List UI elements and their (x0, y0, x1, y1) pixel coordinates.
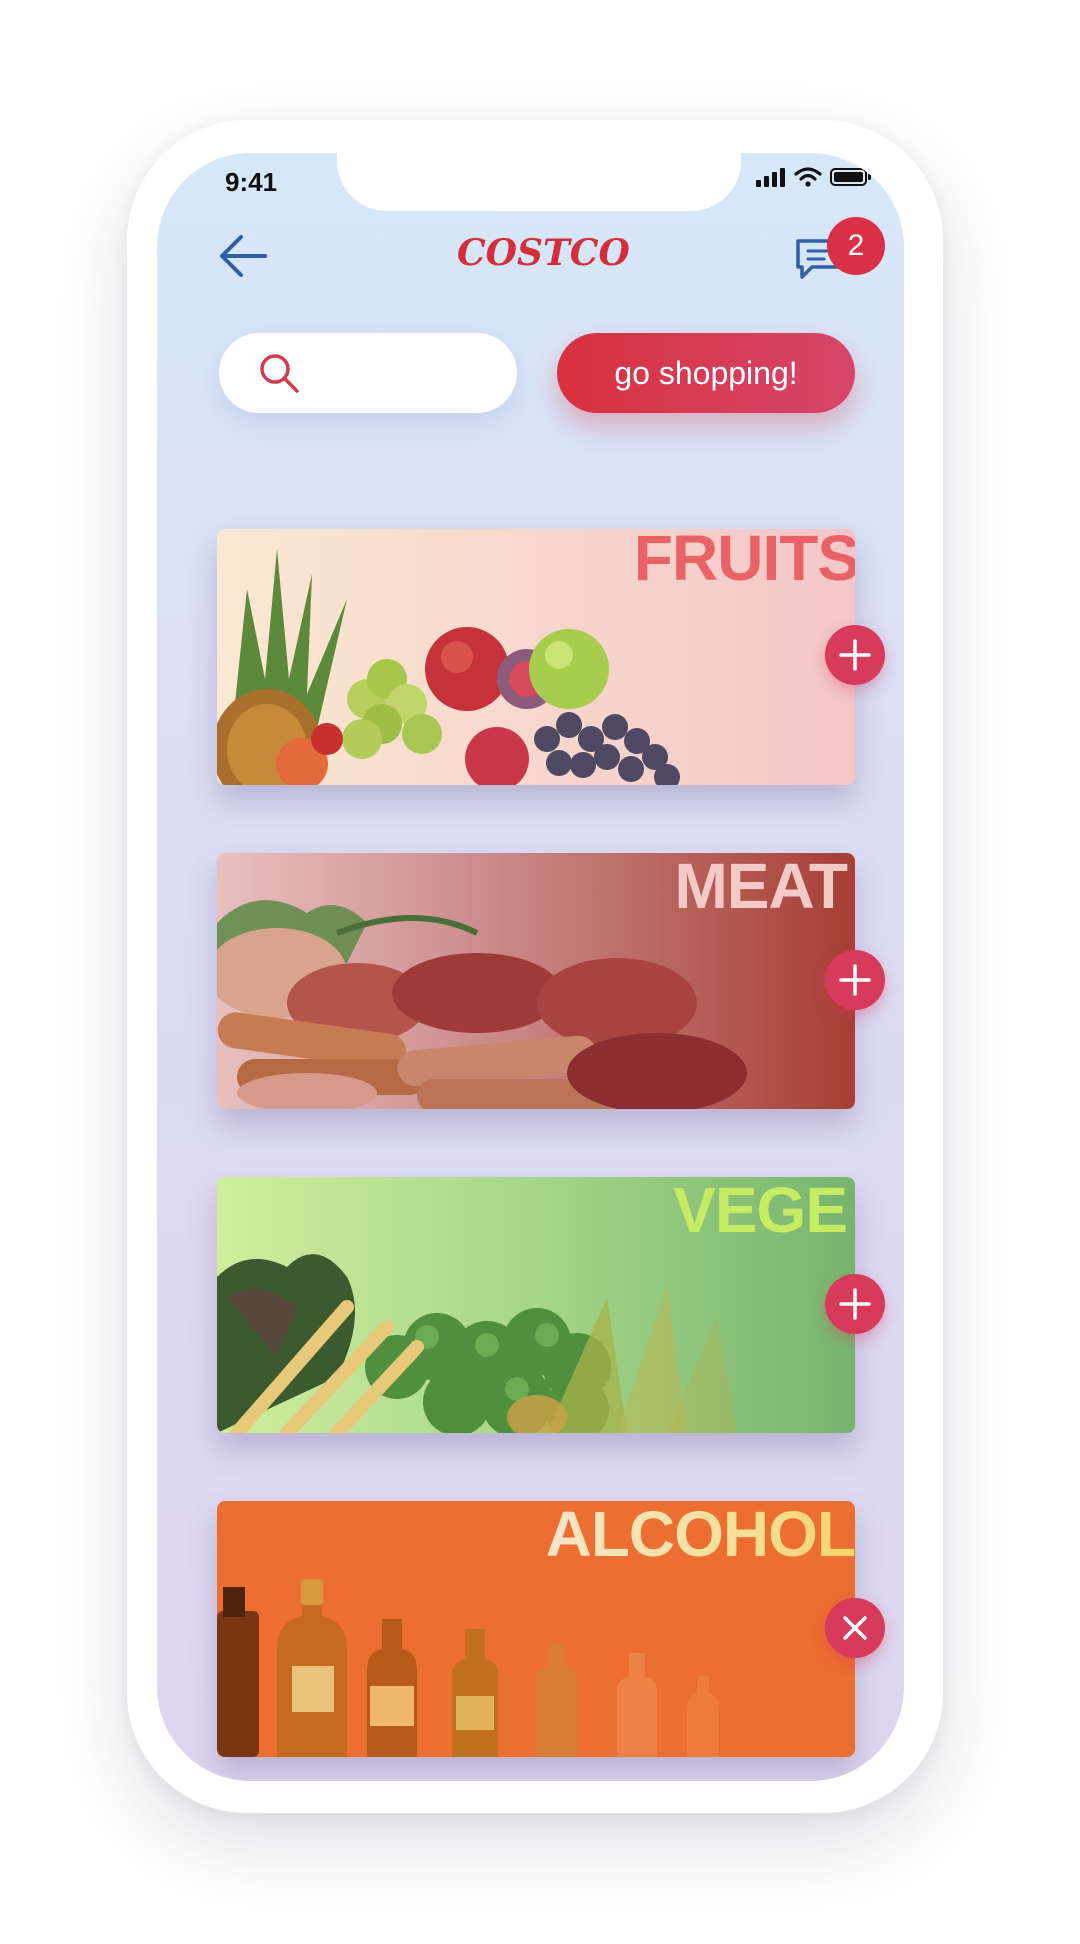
signal-icon (756, 168, 785, 187)
remove-alcohol-button[interactable] (825, 1598, 885, 1658)
search-input[interactable] (319, 351, 493, 397)
close-icon (843, 1616, 867, 1640)
back-button[interactable] (215, 231, 271, 281)
go-shopping-button[interactable]: go shopping! (557, 333, 855, 413)
category-title: ALCOHOL (546, 1501, 855, 1571)
category-card-alcohol[interactable]: ALCOHOL (217, 1501, 855, 1757)
category-title: FRUITS (633, 529, 855, 594)
add-vege-button[interactable] (825, 1274, 885, 1334)
plus-icon (839, 964, 871, 996)
category-title: VEGE (673, 1177, 848, 1246)
search-box[interactable] (219, 333, 517, 413)
costco-logo: COSTCO (457, 232, 630, 274)
plus-icon (839, 1288, 871, 1320)
add-meat-button[interactable] (825, 950, 885, 1010)
arrow-left-icon (220, 235, 267, 277)
status-time: 9:41 (225, 167, 278, 197)
category-card-vege[interactable]: VEGE (217, 1177, 855, 1433)
add-fruits-button[interactable] (825, 625, 885, 685)
status-icons (756, 167, 872, 187)
category-card-fruits[interactable]: FRUITS (217, 529, 855, 785)
category-title: MEAT (674, 853, 848, 922)
search-icon (260, 354, 299, 393)
plus-icon (839, 639, 871, 671)
battery-icon (830, 168, 871, 186)
category-card-meat[interactable]: MEAT (217, 853, 855, 1109)
app-screen: 9:41 COSTCO 2 go shopping! FRUITS MEAT V… (157, 153, 904, 1781)
wifi-icon (794, 167, 822, 187)
device-notch (337, 153, 741, 211)
notification-badge: 2 (827, 217, 885, 275)
